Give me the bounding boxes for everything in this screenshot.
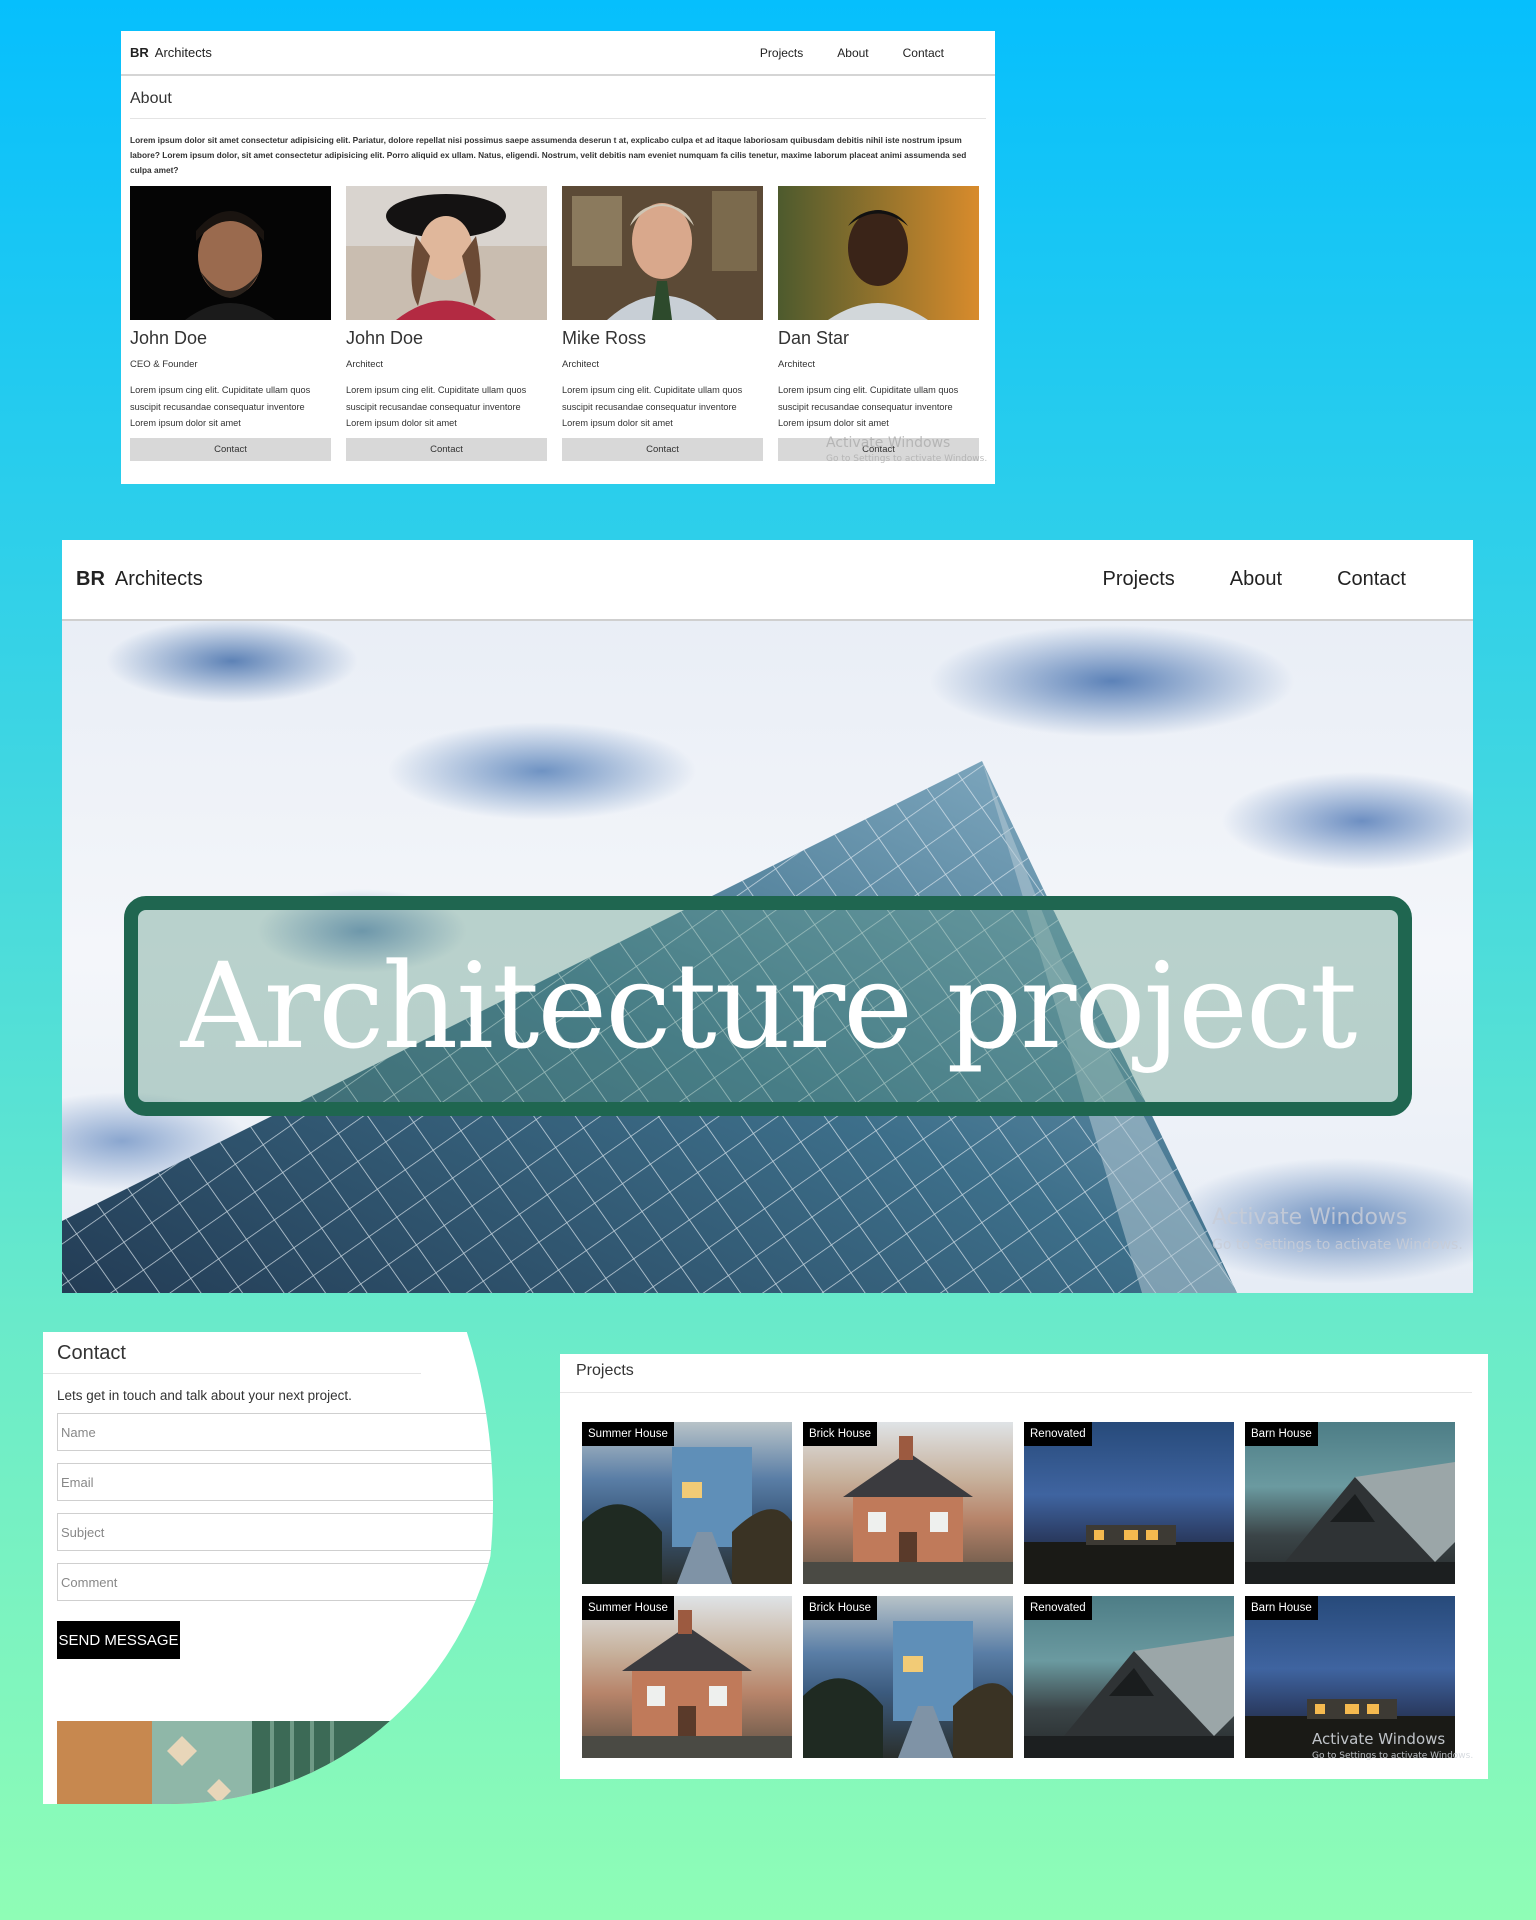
comment-field[interactable]: Comment bbox=[57, 1563, 493, 1601]
navbar: BR Architects Projects About Contact bbox=[121, 31, 995, 76]
brand-initials: BR bbox=[130, 45, 149, 60]
brand-name: Architects bbox=[154, 45, 212, 60]
team-card: John Doe Architect Lorem ipsum cing elit… bbox=[346, 186, 547, 461]
navbar: BR Architects Projects About Contact bbox=[62, 540, 1473, 621]
about-intro: Lorem ipsum dolor sit amet consectetur a… bbox=[130, 135, 967, 175]
contact-button[interactable]: Contact bbox=[346, 437, 547, 461]
contact-page-screenshot: Contact Lets get in touch and talk about… bbox=[43, 1332, 501, 1804]
member-name: John Doe bbox=[130, 328, 208, 348]
projects-page-screenshot: Projects Summer House Brick House Renova… bbox=[560, 1354, 1488, 1779]
contact-lead-text: Lets get in touch and talk about your ne… bbox=[57, 1388, 352, 1403]
project-tile[interactable]: Summer House bbox=[582, 1422, 792, 1584]
activate-windows-hint: Go to Settings to activate Windows. bbox=[826, 454, 988, 464]
member-description: Lorem ipsum cing elit. Cupiditate ullam … bbox=[346, 385, 527, 428]
section-title: Contact bbox=[43, 1332, 421, 1374]
activate-windows-watermark: Activate Windows bbox=[826, 435, 951, 451]
nav-link-contact[interactable]: Contact bbox=[903, 46, 944, 60]
project-tile[interactable]: Renovated bbox=[1024, 1596, 1234, 1758]
name-field[interactable]: Name bbox=[57, 1413, 493, 1451]
member-photo bbox=[346, 186, 547, 320]
brand-logo[interactable]: BR Architects bbox=[76, 568, 203, 591]
project-label: Summer House bbox=[582, 1422, 674, 1446]
nav-link-projects[interactable]: Projects bbox=[760, 46, 803, 60]
project-tile[interactable]: Brick House bbox=[803, 1596, 1013, 1758]
project-label: Barn House bbox=[1245, 1596, 1318, 1620]
contact-footer-image bbox=[57, 1721, 427, 1804]
nav-link-projects[interactable]: Projects bbox=[1103, 568, 1175, 591]
project-label: Barn House bbox=[1245, 1422, 1318, 1446]
member-description: Lorem ipsum cing elit. Cupiditate ullam … bbox=[130, 385, 311, 428]
project-tile[interactable]: Brick House bbox=[803, 1422, 1013, 1584]
nav-link-contact[interactable]: Contact bbox=[1337, 568, 1406, 591]
brand-name: Architects bbox=[114, 568, 203, 590]
member-photo bbox=[130, 186, 331, 320]
member-description: Lorem ipsum cing elit. Cupiditate ullam … bbox=[778, 385, 959, 428]
activate-windows-hint: Go to Settings to activate Windows. bbox=[1212, 1237, 1463, 1253]
hero-title: Architecture project bbox=[180, 937, 1358, 1075]
project-label: Renovated bbox=[1024, 1596, 1092, 1620]
project-label: Brick House bbox=[803, 1596, 877, 1620]
project-label: Brick House bbox=[803, 1422, 877, 1446]
nav-link-about[interactable]: About bbox=[837, 46, 868, 60]
team-card: Dan Star Architect Lorem ipsum cing elit… bbox=[778, 186, 979, 461]
member-role: Architect bbox=[346, 359, 383, 370]
projects-grid: Summer House Brick House Renovated Barn … bbox=[582, 1422, 1455, 1758]
project-label: Summer House bbox=[582, 1596, 674, 1620]
project-tile[interactable]: Renovated bbox=[1024, 1422, 1234, 1584]
contact-button[interactable]: Contact bbox=[130, 437, 331, 461]
member-name: Mike Ross bbox=[562, 328, 647, 348]
email-field[interactable]: Email bbox=[57, 1463, 493, 1501]
project-tile[interactable]: Barn House bbox=[1245, 1422, 1455, 1584]
brand-initials: BR bbox=[76, 568, 105, 590]
member-description: Lorem ipsum cing elit. Cupiditate ullam … bbox=[562, 385, 743, 428]
nav-link-about[interactable]: About bbox=[1230, 568, 1282, 591]
home-page-screenshot: BR Architects Projects About Contact Arc… bbox=[62, 540, 1473, 1293]
member-name: John Doe bbox=[346, 328, 424, 348]
project-tile[interactable]: Summer House bbox=[582, 1596, 792, 1758]
project-label: Renovated bbox=[1024, 1422, 1092, 1446]
contact-button[interactable]: Contact bbox=[562, 437, 763, 461]
member-role: CEO & Founder bbox=[130, 359, 198, 370]
team-card: Mike Ross Architect Lorem ipsum cing eli… bbox=[562, 186, 763, 461]
section-title: About bbox=[130, 76, 986, 119]
hero-banner: Architecture project bbox=[124, 896, 1412, 1116]
member-photo bbox=[562, 186, 763, 320]
member-role: Architect bbox=[562, 359, 599, 370]
member-photo bbox=[778, 186, 979, 320]
hero-image: Architecture project Activate Windows Go… bbox=[62, 621, 1473, 1293]
subject-field[interactable]: Subject bbox=[57, 1513, 493, 1551]
team-grid: John Doe CEO & Founder Lorem ipsum cing … bbox=[121, 178, 995, 461]
activate-windows-watermark: Activate Windows bbox=[1212, 1205, 1408, 1230]
member-role: Architect bbox=[778, 359, 815, 370]
activate-windows-hint: Go to Settings to activate Windows. bbox=[1312, 1751, 1474, 1761]
about-page-screenshot: BR Architects Projects About Contact Abo… bbox=[121, 31, 995, 484]
brand-logo[interactable]: BR Architects bbox=[130, 45, 212, 60]
member-name: Dan Star bbox=[778, 328, 850, 348]
section-title: Projects bbox=[560, 1354, 1472, 1393]
send-message-button[interactable]: SEND MESSAGE bbox=[57, 1621, 180, 1659]
team-card: John Doe CEO & Founder Lorem ipsum cing … bbox=[130, 186, 331, 461]
activate-windows-watermark: Activate Windows bbox=[1312, 1730, 1446, 1748]
